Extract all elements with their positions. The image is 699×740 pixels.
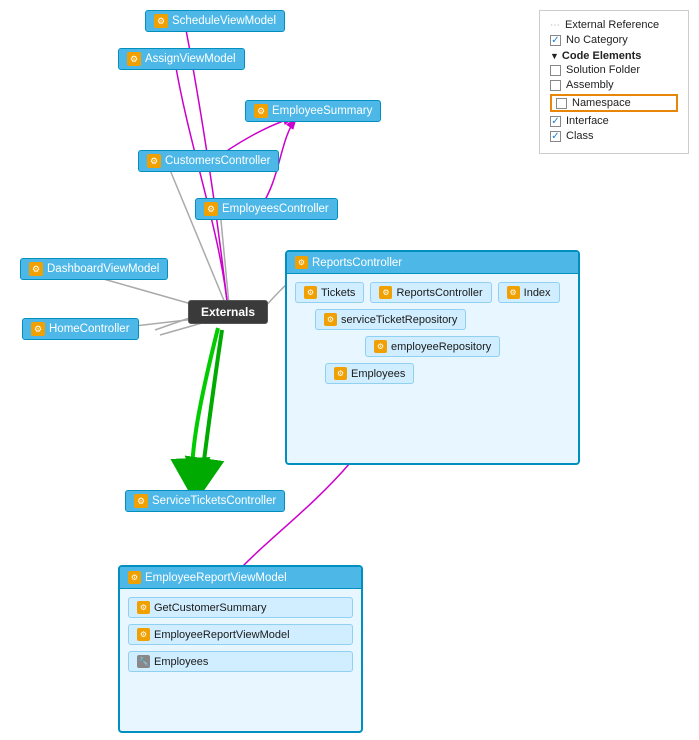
dashboard-view-model-label: DashboardViewModel	[47, 263, 159, 275]
ervm-inner-label: EmployeeReportViewModel	[154, 629, 290, 641]
namespace-label: Namespace	[572, 97, 631, 109]
tickets-label: Tickets	[321, 287, 355, 299]
interface-checkbox[interactable]	[550, 116, 561, 127]
legend-class[interactable]: Class	[550, 130, 678, 142]
tickets-icon: ⚙	[304, 286, 317, 299]
home-controller-node[interactable]: ⚙ HomeController	[22, 318, 139, 340]
ervm-inner-node[interactable]: ⚙ EmployeeReportViewModel	[128, 624, 353, 645]
index-icon: ⚙	[507, 286, 520, 299]
reports-controller-container[interactable]: ⚙ ReportsController ⚙ Tickets ⚙ ReportsC…	[285, 250, 580, 465]
service-tickets-controller-node[interactable]: ⚙ ServiceTicketsController	[125, 490, 285, 512]
service-ticket-repo-label: serviceTicketRepository	[341, 314, 457, 326]
index-inner-node[interactable]: ⚙ Index	[498, 282, 560, 303]
employees-controller-label: EmployeesController	[222, 203, 329, 215]
home-controller-icon: ⚙	[31, 322, 45, 336]
externals-node[interactable]: Externals	[188, 300, 268, 324]
employee-report-view-model-header: ⚙ EmployeeReportViewModel	[120, 567, 361, 589]
reports-controller-body: ⚙ Tickets ⚙ ReportsController ⚙ Index ⚙ …	[287, 274, 578, 392]
solution-folder-checkbox[interactable]	[550, 65, 561, 76]
employee-summary-node[interactable]: ⚙ EmployeeSummary	[245, 100, 381, 122]
customers-controller-node[interactable]: ⚙ CustomersController	[138, 150, 279, 172]
index-label: Index	[524, 287, 551, 299]
customers-controller-label: CustomersController	[165, 155, 270, 167]
legend-no-category[interactable]: No Category	[550, 34, 678, 46]
assembly-label: Assembly	[566, 79, 614, 91]
legend-code-elements-section: ▼ Code Elements	[550, 50, 678, 62]
get-customer-summary-node[interactable]: ⚙ GetCustomerSummary	[128, 597, 353, 618]
class-checkbox[interactable]	[550, 131, 561, 142]
ervm-inner-icon: ⚙	[137, 628, 150, 641]
employees-inner-node[interactable]: ⚙ Employees	[325, 363, 414, 384]
service-ticket-repo-node[interactable]: ⚙ serviceTicketRepository	[315, 309, 466, 330]
assign-view-model-icon: ⚙	[127, 52, 141, 66]
legend-external-ref-label: External Reference	[565, 19, 659, 31]
legend-panel: ⋯ External Reference No Category ▼ Code …	[539, 10, 689, 154]
schedule-view-model-label: ScheduleViewModel	[172, 15, 276, 27]
employees-controller-node[interactable]: ⚙ EmployeesController	[195, 198, 338, 220]
reports-controller-inner-node[interactable]: ⚙ ReportsController	[370, 282, 491, 303]
solution-folder-label: Solution Folder	[566, 64, 640, 76]
schedule-view-model-node[interactable]: ⚙ ScheduleViewModel	[145, 10, 285, 32]
legend-external-ref: ⋯ External Reference	[550, 19, 678, 31]
assign-view-model-label: AssignViewModel	[145, 53, 236, 65]
reports-controller-header: ⚙ ReportsController	[287, 252, 578, 274]
no-category-label: No Category	[566, 34, 628, 46]
diagram-area: ⚙ ScheduleViewModel ⚙ AssignViewModel ⚙ …	[0, 0, 699, 740]
get-customer-summary-label: GetCustomerSummary	[154, 602, 266, 614]
ervm-header-icon: ⚙	[128, 571, 141, 584]
get-customer-summary-icon: ⚙	[137, 601, 150, 614]
externals-label: Externals	[201, 305, 255, 319]
dashboard-view-model-icon: ⚙	[29, 262, 43, 276]
employees-inner-label: Employees	[351, 368, 405, 380]
assign-view-model-node[interactable]: ⚙ AssignViewModel	[118, 48, 245, 70]
employees-wrench-icon: 🔧	[137, 655, 150, 668]
reports-controller-title: ReportsController	[312, 257, 402, 269]
assembly-checkbox[interactable]	[550, 80, 561, 91]
legend-namespace[interactable]: Namespace	[550, 94, 678, 112]
home-controller-label: HomeController	[49, 323, 130, 335]
employee-repo-label: employeeRepository	[391, 341, 491, 353]
dashboard-view-model-node[interactable]: ⚙ DashboardViewModel	[20, 258, 168, 280]
employee-repo-icon: ⚙	[374, 340, 387, 353]
employees-ervm-node[interactable]: 🔧 Employees	[128, 651, 353, 672]
ervm-body: ⚙ GetCustomerSummary ⚙ EmployeeReportVie…	[120, 589, 361, 680]
service-ticket-repo-icon: ⚙	[324, 313, 337, 326]
schedule-view-model-icon: ⚙	[154, 14, 168, 28]
namespace-checkbox[interactable]	[556, 98, 567, 109]
employee-repo-node[interactable]: ⚙ employeeRepository	[365, 336, 500, 357]
no-category-checkbox[interactable]	[550, 35, 561, 46]
service-tickets-icon: ⚙	[134, 494, 148, 508]
employees-inner-icon: ⚙	[334, 367, 347, 380]
legend-solution-folder[interactable]: Solution Folder	[550, 64, 678, 76]
employee-summary-icon: ⚙	[254, 104, 268, 118]
customers-controller-icon: ⚙	[147, 154, 161, 168]
employees-ervm-label: Employees	[154, 656, 208, 668]
reports-controller-header-icon: ⚙	[295, 256, 308, 269]
section-arrow: ▼	[550, 51, 559, 61]
legend-assembly[interactable]: Assembly	[550, 79, 678, 91]
reports-controller-inner-label: ReportsController	[396, 287, 482, 299]
reports-controller-inner-icon: ⚙	[379, 286, 392, 299]
code-elements-label: Code Elements	[562, 50, 641, 62]
tickets-inner-node[interactable]: ⚙ Tickets	[295, 282, 364, 303]
employee-summary-label: EmployeeSummary	[272, 105, 372, 117]
interface-label: Interface	[566, 115, 609, 127]
service-tickets-label: ServiceTicketsController	[152, 495, 276, 507]
employees-controller-icon: ⚙	[204, 202, 218, 216]
class-label: Class	[566, 130, 594, 142]
employee-report-view-model-container[interactable]: ⚙ EmployeeReportViewModel ⚙ GetCustomerS…	[118, 565, 363, 733]
legend-interface[interactable]: Interface	[550, 115, 678, 127]
ervm-title: EmployeeReportViewModel	[145, 572, 287, 584]
